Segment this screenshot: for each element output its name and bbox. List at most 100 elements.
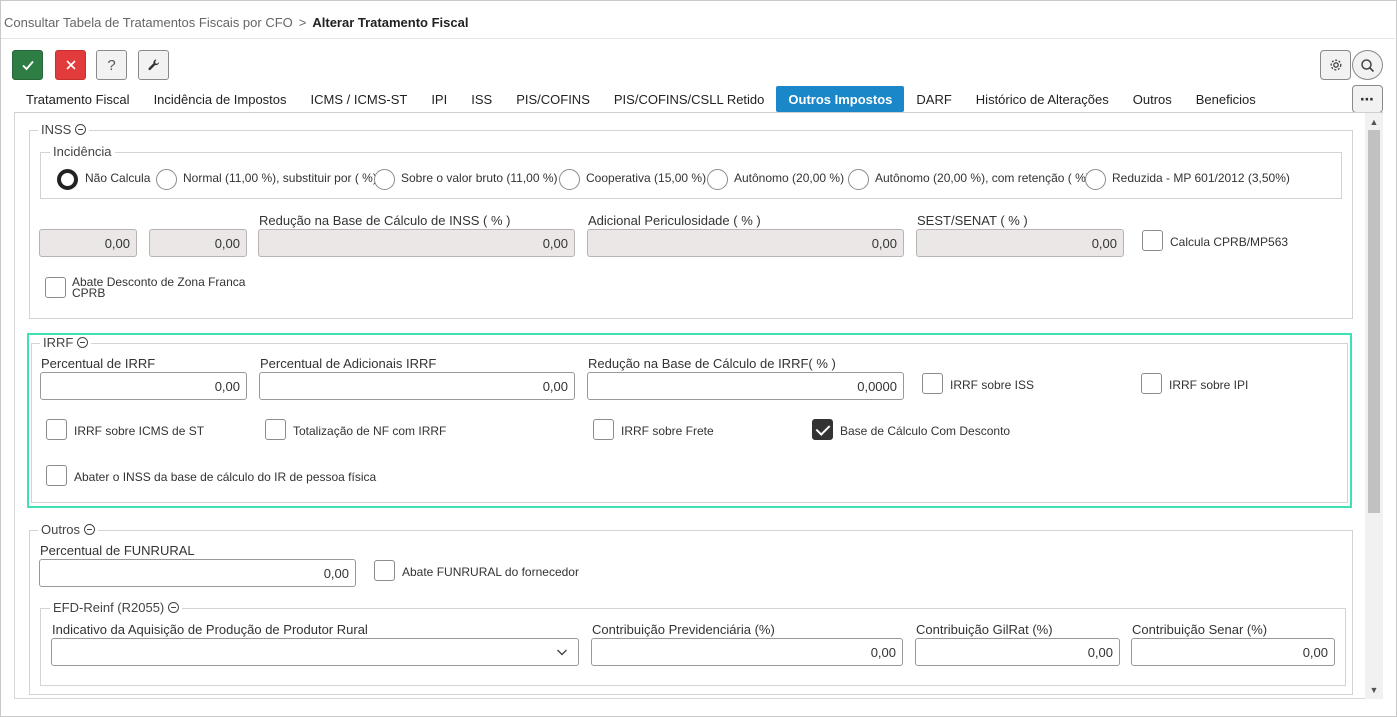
efd-reinf-legend: EFD-Reinf (R2055) (50, 600, 183, 615)
irrf-sobre-icms-st-checkbox[interactable] (46, 419, 67, 440)
tab-pis-cofins-csll-retido[interactable]: PIS/COFINS/CSLL Retido (602, 86, 777, 112)
radio-autonomo[interactable] (707, 169, 728, 190)
tab-historico-alteracoes[interactable]: Histórico de Alterações (964, 86, 1121, 112)
calcula-cprb-checkbox[interactable] (1142, 230, 1163, 251)
sest-senat-field: 0,00 (916, 229, 1124, 257)
irrf-adicionais-label: Percentual de Adicionais IRRF (260, 356, 437, 371)
confirm-button[interactable] (12, 50, 43, 80)
help-button[interactable]: ? (96, 50, 127, 80)
irrf-reducao-input[interactable]: 0,0000 (587, 372, 904, 400)
radio-nao-calcula-label: Não Calcula (85, 171, 151, 185)
tab-darf[interactable]: DARF (904, 86, 963, 112)
tab-outros-impostos[interactable]: Outros Impostos (776, 86, 905, 112)
close-icon (65, 60, 76, 70)
adicional-periculosidade-label: Adicional Periculosidade ( % ) (588, 213, 761, 228)
indicativo-aquisicao-label: Indicativo da Aquisição de Produção de P… (52, 622, 368, 637)
scrollbar-thumb[interactable] (1368, 130, 1380, 513)
radio-autonomo-label: Autônomo (20,00 %) (734, 171, 845, 185)
base-calculo-desconto-label: Base de Cálculo Com Desconto (840, 424, 1011, 438)
efd-reinf-legend-label: EFD-Reinf (R2055) (53, 600, 165, 615)
more-options-button[interactable]: ⋯ (1352, 85, 1383, 113)
incidencia-legend-label: Incidência (53, 144, 112, 159)
irrf-sobre-ipi-label: IRRF sobre IPI (1169, 378, 1249, 392)
base-calculo-desconto-checkbox[interactable] (812, 419, 833, 440)
settings-button[interactable] (1320, 50, 1351, 80)
radio-normal[interactable] (156, 169, 177, 190)
page-title: Alterar Tratamento Fiscal (312, 15, 469, 30)
cancel-button[interactable] (55, 50, 86, 80)
contribuicao-gilrat-input[interactable]: 0,00 (915, 638, 1120, 666)
gear-icon (1330, 59, 1341, 71)
contribuicao-previdenciaria-input[interactable]: 0,00 (591, 638, 903, 666)
adicional-periculosidade-field: 0,00 (587, 229, 904, 257)
chevron-down-icon (557, 649, 567, 656)
outros-legend-label: Outros (41, 522, 81, 537)
radio-valor-bruto[interactable] (374, 169, 395, 190)
breadcrumb: Consultar Tabela de Tratamentos Fiscais … (4, 15, 468, 30)
irrf-reducao-label: Redução na Base de Cálculo de IRRF( % ) (588, 356, 836, 371)
funrural-input[interactable]: 0,00 (39, 559, 356, 587)
radio-autonomo-retencao[interactable] (848, 169, 869, 190)
contribuicao-senar-label: Contribuição Senar (%) (1132, 622, 1268, 637)
radio-nao-calcula[interactable] (57, 169, 78, 190)
wrench-icon (147, 59, 159, 71)
radio-cooperativa[interactable] (559, 169, 580, 190)
scroll-up-icon[interactable]: ▲ (1369, 117, 1379, 127)
totalizacao-nf-checkbox[interactable] (265, 419, 286, 440)
tab-beneficios[interactable]: Beneficios (1184, 86, 1268, 112)
tab-outros[interactable]: Outros (1121, 86, 1184, 112)
inss-legend: INSS (38, 122, 90, 137)
collapse-icon[interactable] (77, 337, 89, 348)
breadcrumb-parent-link[interactable]: Consultar Tabela de Tratamentos Fiscais … (4, 15, 293, 30)
inss-substituto-field: 0,00 (149, 229, 247, 257)
search-button[interactable] (1352, 50, 1383, 80)
collapse-icon[interactable] (75, 124, 87, 135)
tab-icms[interactable]: ICMS / ICMS-ST (299, 86, 420, 112)
abate-zona-franca-line2: CPRB (72, 286, 106, 300)
more-icon: ⋯ (1360, 90, 1375, 107)
radio-valor-bruto-label: Sobre o valor bruto (11,00 %) (401, 171, 558, 185)
inss-reducao-label: Redução na Base de Cálculo de INSS ( % ) (259, 213, 511, 228)
breadcrumb-separator: > (298, 15, 307, 30)
header-divider (1, 38, 1395, 39)
tab-incidencia-impostos[interactable]: Incidência de Impostos (142, 86, 299, 112)
irrf-sobre-iss-checkbox[interactable] (922, 373, 943, 394)
irrf-adicionais-input[interactable]: 0,00 (259, 372, 575, 400)
calcula-cprb-label: Calcula CPRB/MP563 (1170, 235, 1289, 249)
inss-percentual-field: 0,00 (39, 229, 137, 257)
abate-funrural-checkbox[interactable] (374, 560, 395, 581)
scroll-down-icon[interactable]: ▼ (1369, 685, 1379, 695)
tab-ipi[interactable]: IPI (419, 86, 459, 112)
irrf-sobre-frete-label: IRRF sobre Frete (621, 424, 714, 438)
funrural-label: Percentual de FUNRURAL (40, 543, 195, 558)
indicativo-aquisicao-select[interactable] (51, 638, 579, 666)
outros-legend: Outros (38, 522, 99, 537)
irrf-percentual-label: Percentual de IRRF (41, 356, 156, 371)
irrf-sobre-icms-st-label: IRRF sobre ICMS de ST (74, 424, 205, 438)
tools-button[interactable] (138, 50, 169, 80)
irrf-sobre-ipi-checkbox[interactable] (1141, 373, 1162, 394)
irrf-sobre-iss-label: IRRF sobre ISS (950, 378, 1035, 392)
irrf-legend: IRRF (40, 335, 92, 350)
irrf-sobre-frete-checkbox[interactable] (593, 419, 614, 440)
radio-autonomo-retencao-label: Autônomo (20,00 %), com retenção ( %) (875, 171, 1090, 185)
radio-reduzida[interactable] (1085, 169, 1106, 190)
irrf-percentual-input[interactable]: 0,00 (40, 372, 247, 400)
abater-inss-label: Abater o INSS da base de cálculo do IR d… (74, 470, 377, 484)
radio-cooperativa-label: Cooperativa (15,00 %) (586, 171, 707, 185)
search-icon (1361, 58, 1375, 72)
incidencia-legend: Incidência (50, 144, 115, 159)
contribuicao-senar-input[interactable]: 0,00 (1131, 638, 1335, 666)
irrf-legend-label: IRRF (43, 335, 74, 350)
tab-pis-cofins[interactable]: PIS/COFINS (504, 86, 602, 112)
tab-tratamento-fiscal[interactable]: Tratamento Fiscal (14, 86, 142, 112)
collapse-icon[interactable] (84, 524, 96, 535)
totalizacao-nf-label: Totalização de NF com IRRF (293, 424, 447, 438)
collapse-icon[interactable] (168, 602, 180, 613)
tab-iss[interactable]: ISS (459, 86, 504, 112)
abater-inss-checkbox[interactable] (46, 465, 67, 486)
abate-zona-franca-checkbox[interactable] (45, 277, 66, 298)
help-icon: ? (107, 56, 116, 74)
contribuicao-previdenciaria-label: Contribuição Previdenciária (%) (592, 622, 775, 637)
tab-bar: Tratamento Fiscal Incidência de Impostos… (14, 86, 1268, 112)
